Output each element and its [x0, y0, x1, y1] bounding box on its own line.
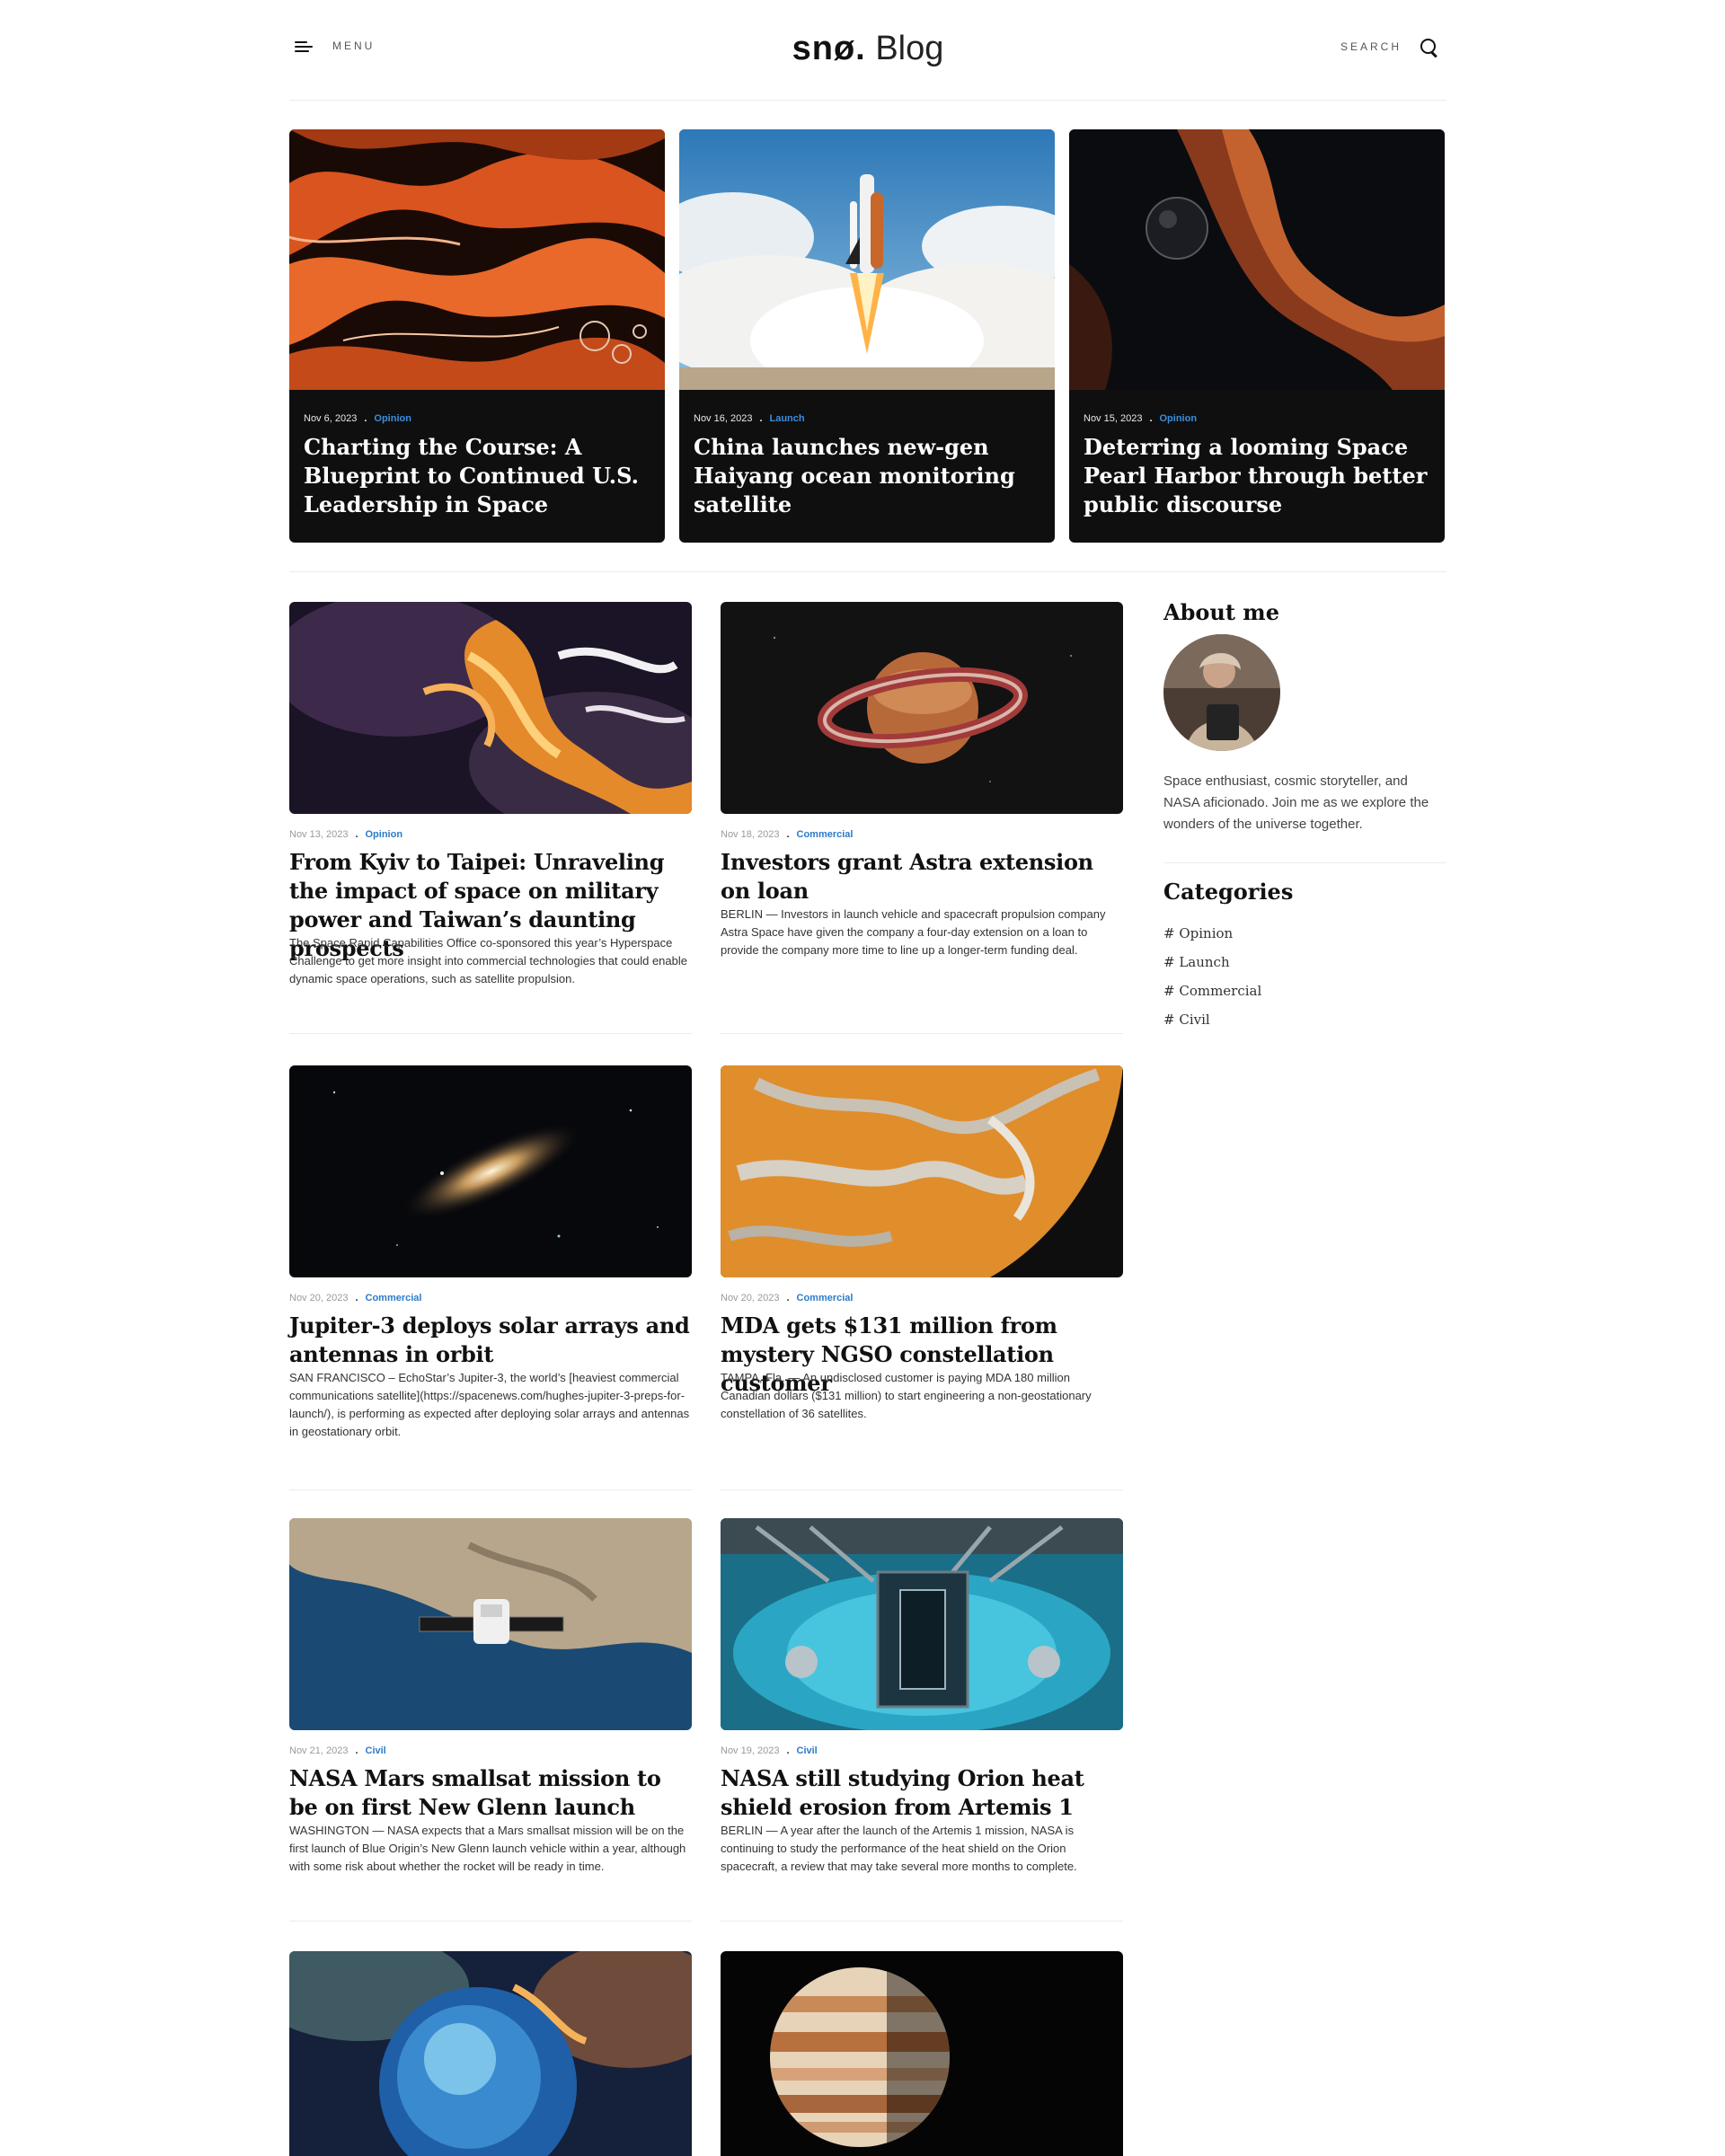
meta-separator: .	[786, 1293, 790, 1303]
post-date: Nov 18, 2023	[721, 829, 780, 840]
post-excerpt: The Space Rapid Capabilities Office co-s…	[289, 936, 687, 985]
post-meta: Nov 20, 2023 . Commercial	[721, 1293, 853, 1303]
post-image-bubble-nebula[interactable]	[289, 1951, 692, 2156]
post-date: Nov 21, 2023	[289, 1745, 349, 1756]
featured-title[interactable]: Deterring a looming Space Pearl Harbor t…	[1084, 433, 1432, 519]
sidebar: About me Space enthusiast, cosmic storyt…	[1163, 596, 1446, 1034]
author-avatar	[1163, 634, 1280, 751]
post-image-galaxy[interactable]	[289, 1065, 692, 1277]
featured-title[interactable]: Charting the Course: A Blueprint to Cont…	[304, 433, 652, 519]
post-separator	[289, 1921, 692, 1922]
post-image-jupiter[interactable]	[721, 1951, 1123, 2156]
post-title[interactable]: NASA still studying Orion heat shield er…	[721, 1764, 1123, 1822]
search-icon[interactable]	[1420, 38, 1438, 56]
featured-image-abstract-sphere[interactable]	[1069, 129, 1445, 390]
post-image-satellite-over-earth[interactable]	[289, 1518, 692, 1730]
post-excerpt: BERLIN — Investors in launch vehicle and…	[721, 907, 1106, 957]
post-meta: Nov 20, 2023 . Commercial	[289, 1293, 421, 1303]
about-text: Space enthusiast, cosmic storyteller, an…	[1163, 773, 1429, 832]
post-meta: Nov 13, 2023 . Opinion	[289, 829, 402, 840]
post-meta: Nov 19, 2023 . Civil	[721, 1745, 818, 1756]
category-link[interactable]: Launch	[770, 413, 805, 424]
category-link[interactable]: Civil	[366, 1745, 386, 1756]
meta-separator: .	[355, 1745, 358, 1756]
category-item-civil[interactable]: # Civil	[1163, 1005, 1446, 1034]
featured-card[interactable]: Nov 15, 2023 . Opinion Deterring a loomi…	[1069, 129, 1445, 543]
meta-separator: .	[786, 1745, 790, 1756]
site-header: MENU snø. Blog SEARCH	[289, 0, 1446, 101]
post-date: Nov 19, 2023	[721, 1745, 780, 1756]
featured-posts: Nov 6, 2023 . Opinion Charting the Cours…	[289, 129, 1446, 543]
brand-name: snø.	[792, 30, 866, 67]
post-date: Nov 15, 2023	[1084, 413, 1143, 424]
category-list: # Opinion # Launch # Commercial # Civil	[1163, 919, 1446, 1034]
post-separator	[721, 1033, 1123, 1034]
meta-separator: .	[786, 829, 790, 840]
featured-title[interactable]: China launches new-gen Haiyang ocean mon…	[694, 433, 1042, 519]
post-excerpt: SAN FRANCISCO – EchoStar’s Jupiter-3, th…	[289, 1371, 690, 1438]
post-image-heat-shield-chamber[interactable]	[721, 1518, 1123, 1730]
meta-separator: .	[364, 413, 367, 424]
category-item-launch[interactable]: # Launch	[1163, 948, 1446, 976]
featured-meta: Nov 16, 2023 . Launch	[694, 413, 805, 424]
category-link[interactable]: Opinion	[366, 829, 403, 840]
category-link[interactable]: Commercial	[797, 829, 854, 840]
category-link[interactable]: Civil	[797, 1745, 818, 1756]
post-title[interactable]: Jupiter-3 deploys solar arrays and anten…	[289, 1312, 692, 1369]
featured-meta: Nov 6, 2023 . Opinion	[304, 413, 411, 424]
featured-image-lava[interactable]	[289, 129, 665, 390]
section-divider	[289, 571, 1446, 572]
post-meta: Nov 21, 2023 . Civil	[289, 1745, 386, 1756]
featured-card[interactable]: Nov 16, 2023 . Launch China launches new…	[679, 129, 1055, 543]
post-title[interactable]: NASA Mars smallsat mission to be on firs…	[289, 1764, 692, 1822]
categories-heading: Categories	[1163, 879, 1294, 905]
post-meta: Nov 18, 2023 . Commercial	[721, 829, 853, 840]
post-date: Nov 20, 2023	[289, 1293, 349, 1303]
category-link[interactable]: Commercial	[366, 1293, 422, 1303]
site-logo[interactable]: snø. Blog	[289, 27, 1446, 70]
post-excerpt: WASHINGTON — NASA expects that a Mars sm…	[289, 1824, 686, 1873]
post-excerpt: BERLIN — A year after the launch of the …	[721, 1824, 1077, 1873]
category-link[interactable]: Opinion	[1160, 413, 1198, 424]
meta-separator: .	[355, 829, 358, 840]
search-button[interactable]: SEARCH	[1340, 38, 1438, 56]
post-title[interactable]: Investors grant Astra extension on loan	[721, 848, 1123, 906]
category-link[interactable]: Opinion	[374, 413, 411, 424]
post-excerpt: TAMPA, Fla. — An undisclosed customer is…	[721, 1371, 1092, 1420]
brand-suffix: Blog	[875, 30, 944, 67]
category-item-commercial[interactable]: # Commercial	[1163, 976, 1446, 1005]
sidebar-separator	[1163, 862, 1446, 863]
post-separator	[289, 1033, 692, 1034]
post-date: Nov 6, 2023	[304, 413, 358, 424]
featured-card[interactable]: Nov 6, 2023 . Opinion Charting the Cours…	[289, 129, 665, 543]
post-separator	[289, 1489, 692, 1490]
featured-image-shuttle-launch[interactable]	[679, 129, 1055, 390]
category-item-opinion[interactable]: # Opinion	[1163, 919, 1446, 948]
meta-separator: .	[1149, 413, 1153, 424]
search-label[interactable]: SEARCH	[1340, 40, 1402, 53]
meta-separator: .	[355, 1293, 358, 1303]
featured-meta: Nov 15, 2023 . Opinion	[1084, 413, 1197, 424]
post-image-ringed-planet[interactable]	[721, 602, 1123, 814]
category-link[interactable]: Commercial	[797, 1293, 854, 1303]
post-date: Nov 13, 2023	[289, 829, 349, 840]
post-separator	[721, 1489, 1123, 1490]
post-image-nebula[interactable]	[289, 602, 692, 814]
meta-separator: .	[759, 413, 763, 424]
post-date: Nov 16, 2023	[694, 413, 753, 424]
post-date: Nov 20, 2023	[721, 1293, 780, 1303]
about-heading: About me	[1163, 599, 1279, 625]
post-image-planet-surface[interactable]	[721, 1065, 1123, 1277]
post-separator	[721, 1921, 1123, 1922]
